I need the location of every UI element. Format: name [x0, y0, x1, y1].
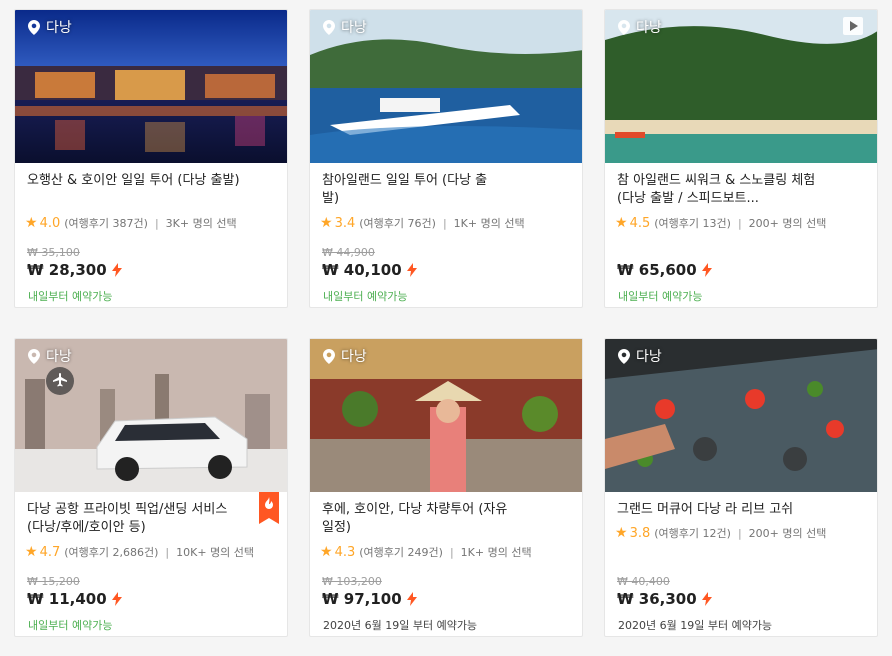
divider: |	[442, 216, 447, 230]
original-price: ₩ 40,400	[617, 575, 670, 588]
rating-value: 3.4	[334, 215, 356, 231]
instant-confirm-icon	[112, 592, 122, 606]
product-title[interactable]: 오행산 & 호이안 일일 투어 (다낭 출발)	[27, 172, 257, 190]
rating-row: ★ 3.4 (여행후기 76건) | 1K+ 명의 선택	[320, 215, 525, 231]
rating-value: 3.8	[629, 525, 651, 541]
product-card[interactable]: 다낭 그랜드 머큐어 다낭 라 리브 고쉬 ★ 3.8 (여행후기 12건) |…	[604, 338, 878, 637]
rating-row: ★ 4.5 (여행후기 13건) | 200+ 명의 선택	[615, 215, 826, 231]
product-title[interactable]: 참아일랜드 일일 투어 (다낭 출발)	[322, 172, 502, 208]
availability-text: 내일부터 예약가능	[618, 290, 703, 303]
booked-count: 3K+ 명의 선택	[165, 217, 237, 230]
instant-confirm-icon	[702, 592, 712, 606]
instant-confirm-icon	[702, 263, 712, 277]
instant-confirm-icon	[407, 263, 417, 277]
location-pin-icon	[618, 349, 630, 364]
location-pin-icon	[28, 20, 40, 35]
product-card[interactable]: 다낭 다낭 공항 프라이빗 픽업/샌딩 서비스 (다낭/후에/호이안 등) ★ …	[14, 338, 288, 637]
booked-count: 200+ 명의 선택	[748, 527, 827, 540]
divider: |	[737, 216, 742, 230]
product-card[interactable]: 다낭 참아일랜드 일일 투어 (다낭 출발) ★ 3.4 (여행후기 76건) …	[309, 9, 583, 308]
review-count: (여행후기 387건)	[64, 217, 148, 230]
review-count: (여행후기 76건)	[359, 217, 436, 230]
rating-value: 4.7	[39, 544, 61, 560]
availability-text: 내일부터 예약가능	[28, 290, 113, 303]
instant-confirm-icon	[112, 263, 122, 277]
divider: |	[154, 216, 159, 230]
star-icon: ★	[615, 215, 628, 231]
product-card[interactable]: 다낭 참 아일랜드 씨워크 & 스노클링 체험 (다낭 출발 / 스피드보트..…	[604, 9, 878, 308]
flash-deal-badge	[259, 492, 279, 524]
rating-value: 4.5	[629, 215, 651, 231]
location-pin-icon	[618, 20, 630, 35]
location-tag: 다낭	[323, 346, 367, 366]
star-icon: ★	[25, 215, 38, 231]
location-tag: 다낭	[323, 17, 367, 37]
product-title[interactable]: 그랜드 머큐어 다낭 라 리브 고쉬	[617, 501, 847, 519]
rating-row: ★ 4.3 (여행후기 249건) | 1K+ 명의 선택	[320, 544, 532, 560]
divider: |	[737, 526, 742, 540]
sale-price: ₩ 40,100	[322, 261, 417, 279]
product-card[interactable]: 다낭 오행산 & 호이안 일일 투어 (다낭 출발) ★ 4.0 (여행후기 3…	[14, 9, 288, 308]
sale-price: ₩ 11,400	[27, 590, 122, 608]
original-price: ₩ 44,900	[322, 246, 375, 259]
rating-value: 4.0	[39, 215, 61, 231]
product-title[interactable]: 참 아일랜드 씨워크 & 스노클링 체험 (다낭 출발 / 스피드보트...	[617, 172, 817, 208]
location-tag: 다낭	[618, 346, 662, 366]
availability-text: 내일부터 예약가능	[323, 290, 408, 303]
rating-row: ★ 4.7 (여행후기 2,686건) | 10K+ 명의 선택	[25, 544, 254, 560]
rating-value: 4.3	[334, 544, 356, 560]
divider: |	[165, 545, 170, 559]
divider: |	[449, 545, 454, 559]
sale-price: ₩ 28,300	[27, 261, 122, 279]
availability-text: 2020년 6월 19일 부터 예약가능	[618, 619, 773, 632]
location-pin-icon	[323, 20, 335, 35]
flame-icon	[265, 497, 273, 509]
sale-price: ₩ 65,600	[617, 261, 712, 279]
product-title[interactable]: 후에, 호이안, 다낭 차량투어 (자유일정)	[322, 501, 512, 537]
review-count: (여행후기 2,686건)	[64, 546, 159, 559]
availability-text: 내일부터 예약가능	[28, 619, 113, 632]
booked-count: 1K+ 명의 선택	[453, 217, 525, 230]
sale-price: ₩ 97,100	[322, 590, 417, 608]
location-tag: 다낭	[618, 17, 662, 37]
booked-count: 10K+ 명의 선택	[176, 546, 255, 559]
airplane-icon	[46, 367, 74, 395]
review-count: (여행후기 249건)	[359, 546, 443, 559]
review-count: (여행후기 13건)	[654, 217, 731, 230]
star-icon: ★	[320, 544, 333, 560]
star-icon: ★	[25, 544, 38, 560]
video-play-icon[interactable]	[843, 17, 863, 35]
availability-text: 2020년 6월 19일 부터 예약가능	[323, 619, 478, 632]
original-price: ₩ 103,200	[322, 575, 382, 588]
rating-row: ★ 4.0 (여행후기 387건) | 3K+ 명의 선택	[25, 215, 237, 231]
product-title[interactable]: 다낭 공항 프라이빗 픽업/샌딩 서비스 (다낭/후에/호이안 등)	[27, 501, 242, 537]
sale-price: ₩ 36,300	[617, 590, 712, 608]
booked-count: 200+ 명의 선택	[748, 217, 827, 230]
original-price: ₩ 15,200	[27, 575, 80, 588]
location-pin-icon	[323, 349, 335, 364]
review-count: (여행후기 12건)	[654, 527, 731, 540]
product-card[interactable]: 다낭 후에, 호이안, 다낭 차량투어 (자유일정) ★ 4.3 (여행후기 2…	[309, 338, 583, 637]
rating-row: ★ 3.8 (여행후기 12건) | 200+ 명의 선택	[615, 525, 826, 541]
location-tag: 다낭	[28, 17, 72, 37]
instant-confirm-icon	[407, 592, 417, 606]
star-icon: ★	[320, 215, 333, 231]
location-pin-icon	[28, 349, 40, 364]
star-icon: ★	[615, 525, 628, 541]
original-price: ₩ 35,100	[27, 246, 80, 259]
location-tag: 다낭	[28, 346, 72, 366]
booked-count: 1K+ 명의 선택	[460, 546, 532, 559]
